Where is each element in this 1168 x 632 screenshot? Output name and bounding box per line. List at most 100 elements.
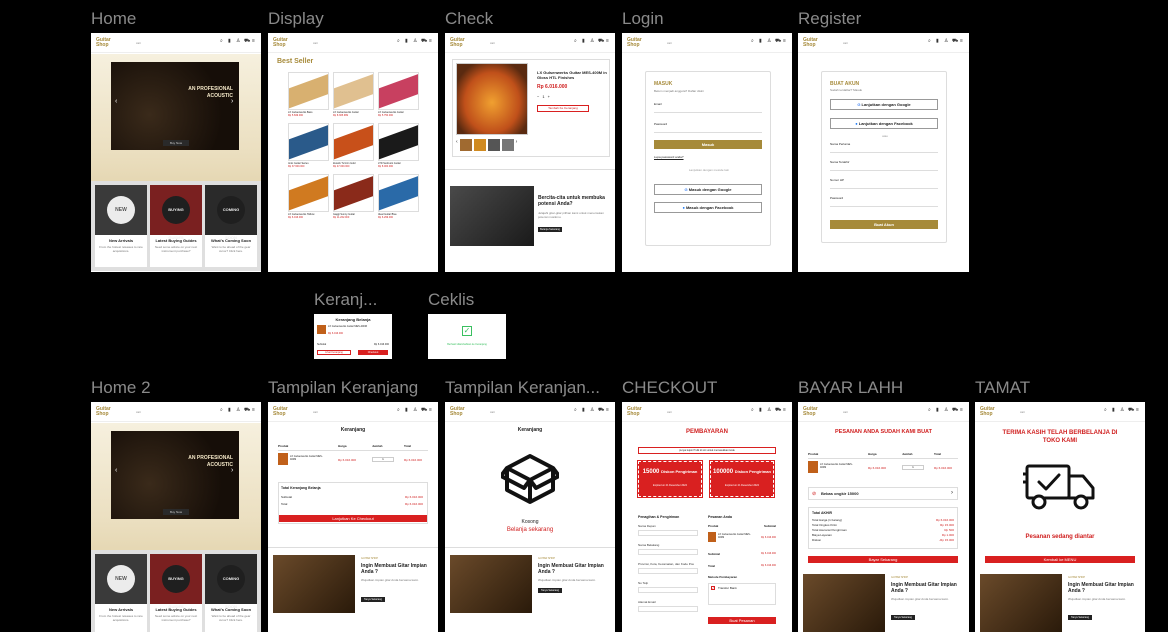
next-thumb-icon[interactable]: › xyxy=(516,139,518,151)
search-icon[interactable]: ⌕ xyxy=(928,408,933,413)
card-buying-guides[interactable]: BUYING GUIDES Latest Buying Guides Need so… xyxy=(150,185,202,267)
card-coming-soon[interactable]: COMING SOON What's Coming Soon Want to be … xyxy=(205,554,257,632)
frame-mini-cart[interactable]: Keranjang Belanja LX Gulsenwerks Guitar … xyxy=(314,314,392,359)
site-logo[interactable]: Guitar Shop xyxy=(627,406,649,417)
payment-method-box[interactable]: ✓ Transfer Bank xyxy=(708,583,776,605)
search-icon[interactable]: ⌕ xyxy=(397,408,402,413)
frame-check[interactable]: Guitar Shop cari ⌕ ▮ ♙ ⛟ ≡ ‹ › LX Gulsenwerks… xyxy=(445,33,615,272)
search-icon[interactable]: ⌕ xyxy=(751,39,756,44)
search-input[interactable]: cari xyxy=(136,410,141,414)
menu-icon[interactable]: ≡ xyxy=(606,39,611,44)
quantity-value[interactable]: 1 xyxy=(542,94,544,99)
frame-cart-empty[interactable]: Guitar Shop cari ⌕ ▮ ♙ ⛟ ≡ Keranjang Kosong B… xyxy=(445,402,615,632)
last-name-field[interactable] xyxy=(830,170,938,171)
user-icon[interactable]: ♙ xyxy=(767,408,772,413)
frame-payment[interactable]: Guitar Shop cari ⌕ ▮ ♙ ⛟ ≡ PESANAN ANDA SUDAH… xyxy=(798,402,969,632)
phone-field[interactable] xyxy=(830,188,938,189)
cart-icon[interactable]: ⛟ xyxy=(421,408,427,413)
bookmark-icon[interactable]: ▮ xyxy=(936,408,941,413)
product-card[interactable]: Ideal Guitar Blue Rp 6.299.000 xyxy=(378,174,419,219)
cart-icon[interactable]: ⛟ xyxy=(1128,408,1134,413)
cart-icon[interactable]: ⛟ xyxy=(775,39,781,44)
menu-icon[interactable]: ≡ xyxy=(252,39,257,44)
site-logo[interactable]: Guitar Shop xyxy=(980,406,1002,417)
card-new-arrivals[interactable]: NEW New Arrivals From the hottest releases… xyxy=(95,185,147,267)
cart-icon[interactable]: ⛟ xyxy=(952,408,958,413)
user-icon[interactable]: ♙ xyxy=(236,408,241,413)
first-name-field[interactable] xyxy=(830,152,938,153)
bookmark-icon[interactable]: ▮ xyxy=(936,39,941,44)
ask-now-button[interactable]: Tanya Sekarang xyxy=(361,597,385,602)
buy-now-button[interactable]: Buy Now xyxy=(163,509,189,515)
cart-icon[interactable]: ⛟ xyxy=(598,39,604,44)
search-icon[interactable]: ⌕ xyxy=(220,408,225,413)
shop-now-link[interactable]: Belanja sekarang xyxy=(445,527,615,533)
site-logo[interactable]: Guitar Shop xyxy=(450,406,472,417)
search-input[interactable]: cari xyxy=(1020,410,1025,414)
plus-button[interactable]: + xyxy=(548,94,550,99)
cart-icon[interactable]: ⛟ xyxy=(421,39,427,44)
user-icon[interactable]: ♙ xyxy=(413,39,418,44)
last-name-input[interactable] xyxy=(638,549,698,555)
password-field[interactable] xyxy=(654,132,762,133)
cart-icon[interactable]: ⛟ xyxy=(598,408,604,413)
address-input[interactable] xyxy=(638,568,698,574)
search-input[interactable]: cari xyxy=(490,41,495,45)
site-logo[interactable]: Guitar Shop xyxy=(273,37,295,48)
thumbnail[interactable] xyxy=(459,139,472,151)
frame-checkout[interactable]: Guitar Shop cari ⌕ ▮ ♙ ⛟ ≡ PEMBAYARAN punya k… xyxy=(622,402,792,632)
site-logo[interactable]: Guitar Shop xyxy=(273,406,295,417)
product-card[interactable]: LTD Sunburst Guitar Rp 8.000.000 xyxy=(378,123,419,168)
minus-button[interactable]: − xyxy=(537,94,539,99)
ask-now-button[interactable]: Tanya Sekarang xyxy=(1068,615,1092,620)
product-card[interactable]: Gaggi Sunny Guitar Rp 11.262.000 xyxy=(333,174,374,219)
free-shipping-banner[interactable]: ⊘ Bebas ongkir 15000 › xyxy=(808,487,958,500)
menu-icon[interactable]: ≡ xyxy=(960,39,965,44)
menu-icon[interactable]: ≡ xyxy=(429,39,434,44)
forgot-password-link[interactable]: Lupa password anda? xyxy=(654,155,684,159)
user-icon[interactable]: ♙ xyxy=(590,408,595,413)
search-icon[interactable]: ⌕ xyxy=(751,408,756,413)
checkbox-icon[interactable]: ✓ xyxy=(711,586,715,590)
search-input[interactable]: cari xyxy=(843,41,848,45)
frame-display[interactable]: Guitar Shop cari ⌕ ▮ ♙ ⛟ ≡ Best Seller LX Gul… xyxy=(268,33,438,272)
site-logo[interactable]: Guitar Shop xyxy=(803,37,825,48)
product-card[interactable]: LX Gulsenwerks Guitar Rp 5.750.000 xyxy=(378,72,419,117)
menu-icon[interactable]: ≡ xyxy=(783,39,788,44)
search-input[interactable]: cari xyxy=(667,41,672,45)
site-logo[interactable]: Guitar Shop xyxy=(450,37,472,48)
email-field[interactable] xyxy=(654,112,762,113)
card-coming-soon[interactable]: COMING SOON What's Coming Soon Want to be … xyxy=(205,185,257,267)
search-icon[interactable]: ⌕ xyxy=(574,39,579,44)
user-icon[interactable]: ♙ xyxy=(236,39,241,44)
email-input[interactable] xyxy=(638,606,698,612)
menu-icon[interactable]: ≡ xyxy=(783,408,788,413)
bookmark-icon[interactable]: ▮ xyxy=(405,408,410,413)
mini-checkout-button[interactable]: Checkout xyxy=(358,350,388,355)
ask-now-button[interactable]: Tanya Sekarang xyxy=(891,615,915,620)
menu-icon[interactable]: ≡ xyxy=(252,408,257,413)
thumbnail[interactable] xyxy=(473,139,486,151)
search-icon[interactable]: ⌕ xyxy=(397,39,402,44)
bookmark-icon[interactable]: ▮ xyxy=(405,39,410,44)
quantity-stepper[interactable]: 1 xyxy=(372,457,394,462)
menu-icon[interactable]: ≡ xyxy=(606,408,611,413)
user-icon[interactable]: ♙ xyxy=(1120,408,1125,413)
frame-register[interactable]: Guitar Shop cari ⌕ ▮ ♙ ⛟ ≡ BUAT AKUN Sudah te… xyxy=(798,33,969,272)
bookmark-icon[interactable]: ▮ xyxy=(759,39,764,44)
back-to-menu-button[interactable]: Kembali ke MENU xyxy=(985,556,1135,563)
bookmark-icon[interactable]: ▮ xyxy=(582,408,587,413)
voucher-card-1[interactable]: 15000 Diskon Pengiriman Expired on 21 De… xyxy=(637,460,703,498)
site-logo[interactable]: Guitar Shop xyxy=(627,37,649,48)
cart-icon[interactable]: ⛟ xyxy=(775,408,781,413)
ask-now-button[interactable]: Tanya Sekarang xyxy=(538,588,562,593)
thumbnail[interactable] xyxy=(487,139,500,151)
prev-arrow-icon[interactable]: ‹ xyxy=(115,467,117,474)
search-icon[interactable]: ⌕ xyxy=(574,408,579,413)
search-icon[interactable]: ⌕ xyxy=(220,39,225,44)
thumbnail[interactable] xyxy=(501,139,514,151)
search-input[interactable]: cari xyxy=(313,410,318,414)
place-order-button[interactable]: Buat Pesanan xyxy=(708,617,776,624)
menu-icon[interactable]: ≡ xyxy=(1136,408,1141,413)
cart-icon[interactable]: ⛟ xyxy=(952,39,958,44)
